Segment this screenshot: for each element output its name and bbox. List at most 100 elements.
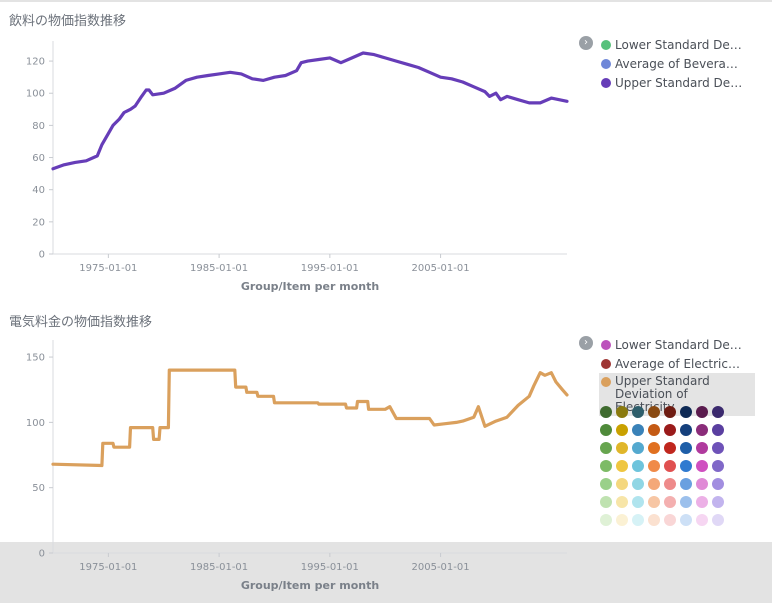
legend-label: Average of Beverages (615, 57, 743, 71)
legend-dot (601, 359, 611, 369)
color-swatch[interactable] (696, 460, 708, 472)
color-swatch[interactable] (664, 514, 676, 526)
electricity-chart: 0 50 100 150 1975-01-01 1985-01-01 1995-01-01 2… (26, 340, 569, 592)
y-tick-label: 0 (39, 549, 45, 560)
color-swatch[interactable] (632, 460, 644, 472)
color-swatch[interactable] (712, 460, 724, 472)
color-swatch[interactable] (696, 478, 708, 490)
y-tick-label: 100 (26, 418, 45, 429)
color-swatch[interactable] (648, 424, 660, 436)
y-tick-label: 80 (32, 121, 45, 132)
color-swatch[interactable] (632, 442, 644, 454)
color-swatch[interactable] (648, 406, 660, 418)
color-swatch[interactable] (616, 406, 628, 418)
color-swatch[interactable] (664, 460, 676, 472)
beverages-panel: 飲料の物価指数推移 0 20 40 60 80 100 120 1975-01-01 1985-… (0, 0, 772, 300)
legend-collapse-chevron-icon[interactable]: › (579, 336, 593, 350)
legend: › Lower Standard Devi... Average of Beve… (579, 36, 749, 106)
color-swatch[interactable] (664, 442, 676, 454)
legend: › Lower Standard Devi... Average of Elec… (579, 336, 755, 536)
color-swatch[interactable] (712, 496, 724, 508)
color-swatch[interactable] (616, 496, 628, 508)
x-tick-label: 1995-01-01 (301, 263, 359, 274)
color-swatch[interactable] (680, 478, 692, 490)
color-swatch[interactable] (680, 424, 692, 436)
color-swatch[interactable] (664, 478, 676, 490)
y-tick-label: 40 (32, 185, 45, 196)
color-swatch[interactable] (600, 496, 612, 508)
x-axis-title: Group/Item per month (241, 579, 379, 592)
color-swatch[interactable] (648, 442, 660, 454)
series-line (51, 51, 569, 171)
electricity-panel: 電気料金の物価指数推移 0 50 100 150 1975-01-01 1985-01-0… (0, 300, 772, 603)
legend-label: Lower Standard Devi... (615, 338, 743, 352)
color-swatch[interactable] (616, 478, 628, 490)
legend-item-average[interactable]: Average of Electricity (601, 355, 743, 373)
color-swatch[interactable] (600, 442, 612, 454)
legend-dot (601, 59, 611, 69)
color-swatch[interactable] (600, 478, 612, 490)
color-swatch[interactable] (648, 478, 660, 490)
x-tick-label: 2005-01-01 (412, 263, 470, 274)
color-swatch[interactable] (600, 406, 612, 418)
x-axis-title: Group/Item per month (241, 280, 379, 293)
legend-dot (601, 78, 611, 88)
color-swatch[interactable] (712, 424, 724, 436)
y-tick-label: 120 (26, 57, 45, 68)
color-swatch[interactable] (696, 442, 708, 454)
color-swatch[interactable] (632, 496, 644, 508)
y-tick-label: 100 (26, 89, 45, 100)
color-swatch[interactable] (664, 406, 676, 418)
color-swatch[interactable] (632, 514, 644, 526)
y-tick-label: 50 (32, 483, 45, 494)
color-swatch[interactable] (696, 514, 708, 526)
legend-collapse-chevron-icon[interactable]: › (579, 36, 593, 50)
color-swatch[interactable] (616, 442, 628, 454)
color-swatch[interactable] (664, 424, 676, 436)
color-swatch[interactable] (680, 496, 692, 508)
x-tick-label: 1975-01-01 (79, 263, 137, 274)
legend-label: Upper Standard Devi... (615, 76, 743, 90)
color-swatch[interactable] (696, 496, 708, 508)
color-swatch[interactable] (712, 514, 724, 526)
color-swatch[interactable] (616, 514, 628, 526)
x-tick-label: 1985-01-01 (190, 562, 248, 573)
legend-dot (601, 340, 611, 350)
color-swatch[interactable] (648, 460, 660, 472)
color-swatch[interactable] (648, 496, 660, 508)
color-swatch[interactable] (616, 424, 628, 436)
color-swatch[interactable] (712, 406, 724, 418)
color-swatch[interactable] (632, 406, 644, 418)
color-swatch[interactable] (616, 460, 628, 472)
x-tick-label: 1995-01-01 (301, 562, 359, 573)
color-swatch[interactable] (632, 424, 644, 436)
color-swatch[interactable] (680, 406, 692, 418)
legend-item-upper-std[interactable]: Upper Standard Devi... (601, 74, 743, 92)
color-swatch[interactable] (680, 460, 692, 472)
color-swatch[interactable] (664, 496, 676, 508)
beverages-chart: 0 20 40 60 80 100 120 1975-01-01 1985-01-01 1995-… (26, 41, 569, 293)
color-swatch[interactable] (632, 478, 644, 490)
color-swatch[interactable] (696, 424, 708, 436)
color-swatch[interactable] (680, 442, 692, 454)
color-swatch[interactable] (648, 514, 660, 526)
legend-label: Average of Electricity (615, 357, 743, 371)
y-tick-label: 150 (26, 353, 45, 364)
color-swatch[interactable] (712, 442, 724, 454)
color-swatch[interactable] (696, 406, 708, 418)
legend-label: Lower Standard Devi... (615, 38, 743, 52)
color-swatch[interactable] (712, 478, 724, 490)
legend-item-lower-std[interactable]: Lower Standard Devi... (601, 36, 743, 54)
series-line (51, 368, 569, 468)
legend-item-lower-std[interactable]: Lower Standard Devi... (601, 336, 743, 354)
y-tick-label: 20 (32, 217, 45, 228)
y-tick-label: 0 (39, 250, 45, 261)
color-swatch[interactable] (680, 514, 692, 526)
color-swatch[interactable] (600, 424, 612, 436)
color-swatch[interactable] (600, 514, 612, 526)
x-tick-label: 2005-01-01 (412, 562, 470, 573)
y-tick-label: 60 (32, 153, 45, 164)
color-swatch[interactable] (600, 460, 612, 472)
legend-item-average[interactable]: Average of Beverages (601, 55, 743, 73)
x-tick-label: 1985-01-01 (190, 263, 248, 274)
